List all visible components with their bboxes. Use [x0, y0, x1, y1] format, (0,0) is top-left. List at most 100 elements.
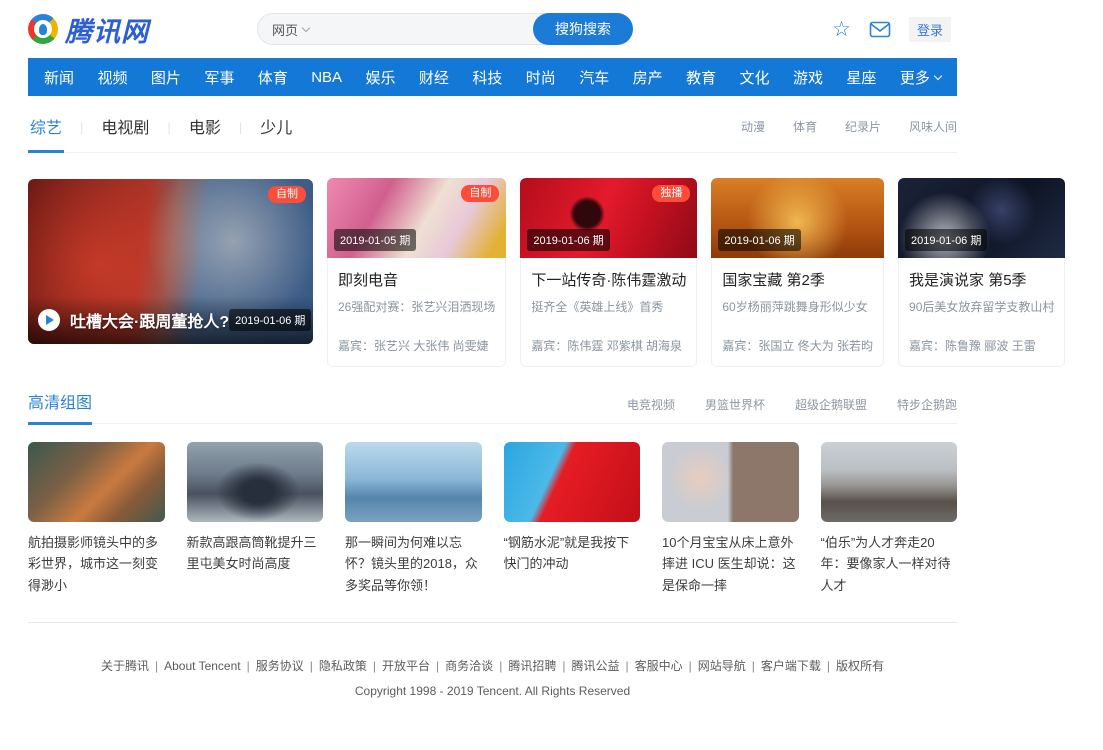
nav-item-fashion[interactable]: 时尚 [526, 67, 556, 88]
tab-variety[interactable]: 综艺 [28, 110, 64, 153]
copyright-text: Copyright 1998 - 2019 Tencent. All Right… [28, 684, 957, 698]
footer-link-about-en[interactable]: About Tencent [164, 659, 241, 673]
footer-separator: | [625, 659, 628, 673]
link-anime[interactable]: 动漫 [741, 118, 765, 135]
video-card[interactable]: 自制 2019-01-05 期 即刻电音 26强配对赛：张艺兴泪洒现场 嘉宾：张… [327, 179, 506, 367]
nav-item-horoscope[interactable]: 星座 [846, 67, 876, 88]
nav-item-pictures[interactable]: 图片 [151, 67, 181, 88]
self-made-badge: 自制 [268, 186, 306, 203]
photo-card[interactable]: 新款高跟高筒靴提升三里屯美女时尚高度 [187, 442, 324, 596]
footer-link-open-platform[interactable]: 开放平台 [382, 659, 430, 673]
nav-item-entertainment[interactable]: 娱乐 [365, 67, 395, 88]
episode-date-badge: 2019-01-06 期 [229, 309, 311, 331]
play-icon[interactable] [38, 309, 60, 331]
chevron-down-icon [934, 72, 942, 80]
nav-item-more[interactable]: 更多 [900, 67, 941, 88]
link-documentary[interactable]: 纪录片 [845, 118, 881, 135]
nav-item-video[interactable]: 视频 [97, 67, 127, 88]
nav-item-finance[interactable]: 财经 [419, 67, 449, 88]
search-button[interactable]: 搜狗搜索 [533, 13, 633, 45]
link-super-penguin-league[interactable]: 超级企鹅联盟 [795, 396, 867, 413]
video-subtitle: 60岁杨丽萍跳舞身形似少女 [722, 298, 873, 315]
photos-section-title[interactable]: 高清组图 [28, 389, 92, 425]
link-flavor-world[interactable]: 风味人间 [909, 118, 957, 135]
link-basketball-worldcup[interactable]: 男篮世界杯 [705, 396, 765, 413]
footer-separator: | [689, 659, 692, 673]
photo-thumbnail [187, 442, 324, 522]
photo-caption: “钢筋水泥”就是我按下快门的冲动 [504, 532, 641, 575]
tab-separator: | [167, 120, 170, 135]
search-input[interactable] [317, 14, 534, 44]
search-category-dropdown[interactable]: 网页 [258, 20, 317, 39]
photo-thumbnail [345, 442, 482, 522]
episode-date-badge: 2019-01-06 期 [905, 229, 987, 251]
nav-item-sports[interactable]: 体育 [258, 67, 288, 88]
footer-link-copyright[interactable]: 版权所有 [836, 659, 884, 673]
photo-caption: 那一瞬间为何难以忘怀？镜头里的2018，众多奖品等你领！ [345, 532, 482, 596]
nav-item-news[interactable]: 新闻 [44, 67, 74, 88]
tab-kids[interactable]: 少儿 [258, 110, 294, 153]
footer-link-privacy[interactable]: 隐私政策 [319, 659, 367, 673]
footer-link-about[interactable]: 关于腾讯 [101, 659, 149, 673]
video-card[interactable]: 独播 2019-01-06 期 下一站传奇·陈伟霆激动 挺齐全《英雄上线》首秀 … [520, 179, 697, 367]
favorite-star-icon[interactable]: ☆ [832, 19, 851, 40]
footer-separator: | [436, 659, 439, 673]
photo-card[interactable]: 那一瞬间为何难以忘怀？镜头里的2018，众多奖品等你领！ [345, 442, 482, 596]
photo-card[interactable]: 10个月宝宝从床上意外摔进 ICU 医生却说：这是保命一摔 [662, 442, 799, 596]
video-guests: 嘉宾：陈鲁豫 郦波 王雷 [909, 337, 1054, 354]
video-card[interactable]: 2019-01-06 期 国家宝藏 第2季 60岁杨丽萍跳舞身形似少女 嘉宾：张… [711, 179, 884, 367]
nav-item-military[interactable]: 军事 [204, 67, 234, 88]
footer-links: 关于腾讯 | About Tencent | 服务协议 | 隐私政策 | 开放平台 | 商务洽谈 | 腾… [28, 657, 957, 674]
photo-thumbnail [821, 442, 958, 522]
tencent-logo[interactable]: 腾讯网 [28, 10, 149, 49]
featured-video-card[interactable]: 自制 吐槽大会·跟周董抢人? 2019-01-06 期 [28, 179, 313, 344]
photo-card[interactable]: “伯乐”为人才奔走20年：要像家人一样对待人才 [821, 442, 958, 596]
nav-item-education[interactable]: 教育 [686, 67, 716, 88]
category-tabs: 综艺 | 电视剧 | 电影 | 少儿 动漫 体育 纪录片 风味人间 [28, 110, 957, 153]
nav-item-culture[interactable]: 文化 [740, 67, 770, 88]
link-esports-video[interactable]: 电竞视频 [627, 396, 675, 413]
nav-item-tech[interactable]: 科技 [472, 67, 502, 88]
footer-link-terms[interactable]: 服务协议 [256, 659, 304, 673]
video-thumbnail: 独播 2019-01-06 期 [520, 178, 697, 258]
footer-separator: | [499, 659, 502, 673]
tab-separator: | [80, 120, 83, 135]
episode-date-badge: 2019-01-05 期 [334, 229, 416, 251]
search-category-label: 网页 [272, 20, 298, 39]
link-sports[interactable]: 体育 [793, 118, 817, 135]
nav-item-games[interactable]: 游戏 [793, 67, 823, 88]
logo-text: 腾讯网 [65, 10, 149, 49]
search-bar: 网页 搜狗搜索 [257, 13, 633, 45]
footer-link-sitemap[interactable]: 网站导航 [698, 659, 746, 673]
video-card[interactable]: 2019-01-06 期 我是演说家 第5季 90后美女放弃留学支教山村 嘉宾：… [898, 179, 1065, 367]
tab-tv-series[interactable]: 电视剧 [99, 110, 151, 153]
login-button[interactable]: 登录 [909, 17, 951, 42]
footer-link-service[interactable]: 客服中心 [635, 659, 683, 673]
photo-caption: “伯乐”为人才奔走20年：要像家人一样对待人才 [821, 532, 958, 596]
nav-item-nba[interactable]: NBA [311, 69, 342, 86]
photo-card[interactable]: 航拍摄影师镜头中的多彩世界，城市这一刻变得渺小 [28, 442, 165, 596]
video-thumbnail: 2019-01-06 期 [711, 178, 884, 258]
video-card-body: 国家宝藏 第2季 60岁杨丽萍跳舞身形似少女 嘉宾：张国立 佟大为 张若昀 [712, 258, 883, 366]
link-penguin-run[interactable]: 特步企鹅跑 [897, 396, 957, 413]
footer-link-jobs[interactable]: 腾讯招聘 [508, 659, 556, 673]
nav-item-auto[interactable]: 汽车 [579, 67, 609, 88]
photo-card[interactable]: “钢筋水泥”就是我按下快门的冲动 [504, 442, 641, 596]
footer-link-charity[interactable]: 腾讯公益 [571, 659, 619, 673]
mail-icon[interactable] [869, 21, 891, 38]
footer-link-business[interactable]: 商务洽谈 [445, 659, 493, 673]
nav-item-house[interactable]: 房产 [633, 67, 663, 88]
photo-caption: 10个月宝宝从床上意外摔进 ICU 医生却说：这是保命一摔 [662, 532, 799, 596]
footer-separator: | [373, 659, 376, 673]
featured-title: 吐槽大会·跟周董抢人? [70, 308, 229, 332]
footer-link-client-download[interactable]: 客户端下载 [761, 659, 821, 673]
exclusive-badge: 独播 [652, 185, 690, 202]
photo-caption: 新款高跟高筒靴提升三里屯美女时尚高度 [187, 532, 324, 575]
video-card-body: 即刻电音 26强配对赛：张艺兴泪洒现场 嘉宾：张艺兴 大张伟 尚雯婕 [328, 258, 505, 366]
video-guests: 嘉宾：张国立 佟大为 张若昀 [722, 337, 873, 354]
footer-separator: | [752, 659, 755, 673]
video-subtitle: 90后美女放弃留学支教山村 [909, 298, 1054, 315]
video-guests: 嘉宾：张艺兴 大张伟 尚雯婕 [338, 337, 495, 354]
tab-movies[interactable]: 电影 [187, 110, 223, 153]
nav-more-label: 更多 [900, 67, 930, 88]
